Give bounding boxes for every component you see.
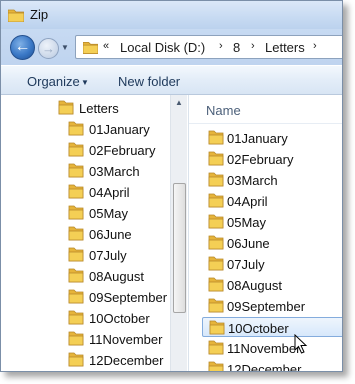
tree-item-label: 02February [89,143,156,158]
chevron-down-icon: ▼ [81,78,89,87]
list-item[interactable]: 07July [202,254,342,274]
folder-icon [83,41,98,54]
list-item[interactable]: 05May [202,212,342,232]
list-item-label: 02February [227,152,294,167]
folder-icon [68,247,84,262]
command-bar: Organize ▼ New folder [1,65,342,95]
list-item-label: 03March [227,173,278,188]
column-header-name[interactable]: Name [206,103,241,118]
explorer-window: Zip ← → ▼ « Local Disk (D:) › 8 › Letter… [0,0,343,372]
breadcrumb-separator[interactable]: › [219,40,223,52]
folder-icon [208,235,224,250]
folder-icon [68,310,84,325]
list-item-label: 08August [227,278,282,293]
scrollbar-thumb[interactable] [173,183,186,313]
list-item[interactable]: 02February [202,149,342,169]
folder-icon [208,256,224,271]
folder-icon [58,100,74,115]
address-overflow-chevron[interactable]: « [103,40,109,52]
list-item[interactable]: 01January [202,128,342,148]
forward-arrow-icon: → [42,41,55,56]
breadcrumb-8[interactable]: 8 [233,40,240,55]
folder-icon [68,142,84,157]
list-item-label: 05May [227,215,267,230]
folder-icon [208,172,224,187]
tree-item-label: 08August [89,269,144,284]
breadcrumb-separator[interactable]: › [313,40,317,52]
folder-icon [8,9,24,22]
folder-icon [209,320,225,335]
file-list: Name 01January 02February 03March 04Apri… [189,95,342,372]
tree-item-label: 03March [89,164,140,179]
list-item[interactable]: 04April [202,191,342,211]
list-item-label: 12December [227,362,302,372]
nav-pane-scrollbar[interactable]: ▲ [170,95,187,371]
header-divider [189,123,342,124]
folder-icon [208,340,224,355]
window-title: Zip [30,7,49,22]
folder-icon [68,331,84,346]
breadcrumb-separator[interactable]: › [251,40,255,52]
list-item[interactable]: 11November [202,338,342,358]
tree-item-label: 07July [89,248,127,263]
folder-icon [68,226,84,241]
folder-icon [208,361,224,371]
mouse-pointer-icon [294,334,308,354]
tree-item-label: 04April [89,185,130,200]
folder-icon [208,298,224,313]
breadcrumb-letters[interactable]: Letters [265,40,305,55]
list-item[interactable]: 06June [202,233,342,253]
folder-icon [68,289,84,304]
folder-icon [208,277,224,292]
folder-icon [68,184,84,199]
forward-button[interactable]: → [38,38,59,59]
tree-item-label: 12December [89,353,164,368]
recent-pages-dropdown[interactable]: ▼ [61,43,70,52]
tree-item-label: 01January [89,122,150,137]
list-item[interactable]: 12December [202,359,342,372]
folder-icon [68,205,84,220]
list-item-label: 09September [227,299,306,314]
list-item[interactable]: 09September [202,296,342,316]
folder-icon [208,151,224,166]
folder-icon [208,214,224,229]
address-bar[interactable]: « Local Disk (D:) › 8 › Letters › [75,35,342,59]
list-item-label: 04April [227,194,268,209]
list-item-selected[interactable]: 10October [202,317,342,337]
tree-item-label: 06June [89,227,132,242]
tree-item-label: Letters [79,101,119,116]
breadcrumb-local-disk[interactable]: Local Disk (D:) [120,40,205,55]
tree-item-label: 05May [89,206,129,221]
folder-icon [68,121,84,136]
back-arrow-icon: ← [14,38,31,55]
list-item-label: 10October [228,321,289,336]
folder-icon [68,352,84,367]
tree-item-label: 11November [89,332,163,347]
scroll-up-icon[interactable]: ▲ [175,98,183,107]
navigation-pane: Letters 01January 02February 03March 04A… [1,95,188,371]
new-folder-button[interactable]: New folder [118,74,180,89]
navigation-bar: ← → ▼ « Local Disk (D:) › 8 › Letters › [1,29,342,65]
list-item-label: 01January [227,131,288,146]
organize-button[interactable]: Organize [27,74,80,89]
list-item[interactable]: 08August [202,275,342,295]
list-item[interactable]: 03March [202,170,342,190]
back-button[interactable]: ← [10,35,35,60]
list-item-label: 07July [227,257,265,272]
title-bar[interactable]: Zip [1,1,342,29]
folder-icon [68,268,84,283]
folder-icon [208,130,224,145]
folder-icon [208,193,224,208]
folder-icon [68,163,84,178]
tree-item-label: 09September [89,290,168,305]
tree-item-label: 10October [89,311,150,326]
list-item-label: 11November [227,341,301,356]
list-item-label: 06June [227,236,270,251]
